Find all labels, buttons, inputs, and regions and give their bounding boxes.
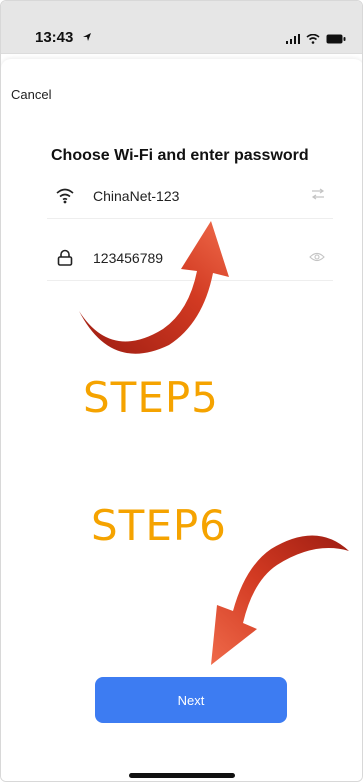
wifi-status-icon bbox=[306, 31, 320, 49]
wifi-name-field[interactable]: ChinaNet-123 bbox=[47, 173, 333, 219]
step6-label: STEP6 bbox=[91, 501, 227, 550]
page-title: Choose Wi-Fi and enter password bbox=[51, 147, 309, 164]
wifi-name-value: ChinaNet-123 bbox=[93, 187, 180, 204]
time-label: 13:43 bbox=[35, 29, 74, 46]
status-bar: 13:43 bbox=[1, 1, 362, 54]
battery-icon bbox=[326, 31, 346, 49]
password-value: 123456789 bbox=[93, 249, 164, 266]
eye-icon[interactable] bbox=[309, 249, 325, 267]
step5-label: STEP5 bbox=[83, 373, 219, 422]
home-indicator bbox=[129, 773, 235, 778]
status-time: 13:43 bbox=[35, 29, 92, 46]
location-arrow-icon bbox=[82, 29, 92, 46]
lock-icon bbox=[53, 246, 77, 270]
next-button[interactable]: Next bbox=[95, 677, 287, 723]
signal-icon bbox=[286, 31, 300, 49]
cancel-button[interactable]: Cancel bbox=[11, 87, 51, 102]
phone-screen: 13:43 Cancel Choose Wi-Fi and enter pass… bbox=[0, 0, 363, 782]
status-icons bbox=[286, 31, 346, 49]
swap-icon[interactable] bbox=[311, 187, 325, 205]
password-field[interactable]: 123456789 bbox=[47, 235, 333, 281]
wifi-icon bbox=[53, 184, 77, 208]
